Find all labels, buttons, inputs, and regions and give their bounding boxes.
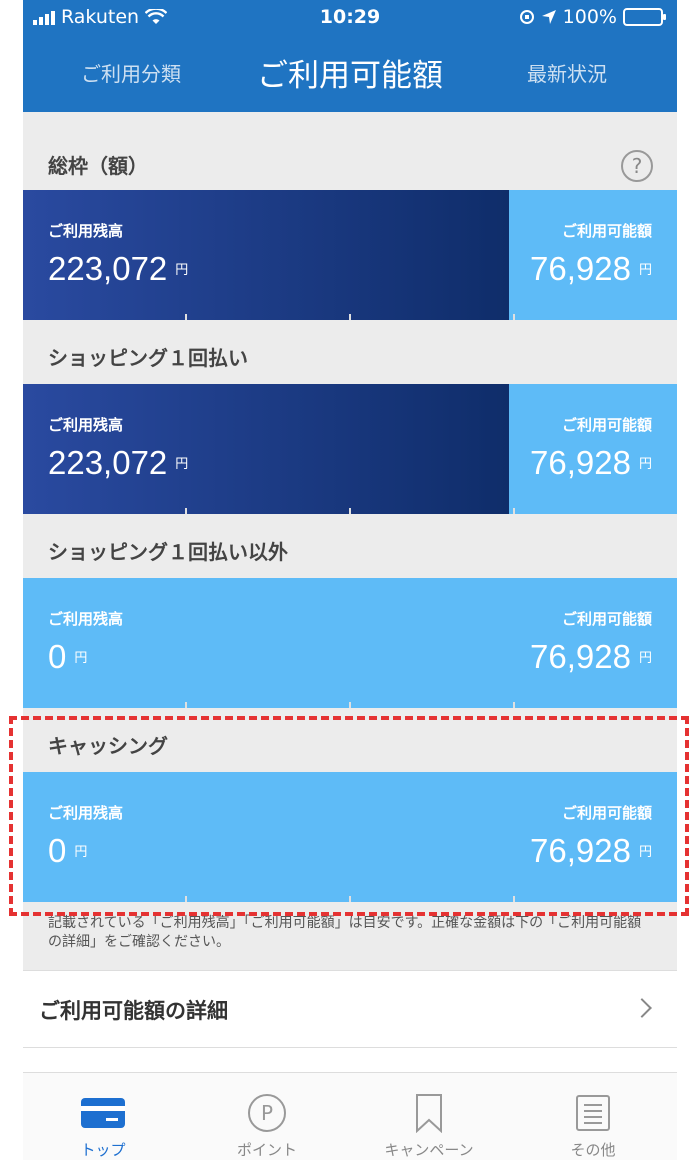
available-amount: 76,928 円 xyxy=(530,832,652,869)
scale-tick xyxy=(185,896,187,902)
tab-label: トップ xyxy=(80,1141,126,1159)
battery-percent: 100% xyxy=(562,6,617,28)
phone-screen: Rakuten 10:29 100% ご利用分類 ご利用可能額 最新状況 総枠（… xyxy=(23,0,677,1160)
available-amount: 76,928 円 xyxy=(530,638,652,675)
tab-label: その他 xyxy=(570,1141,616,1159)
used-amount: 0円 xyxy=(48,832,88,869)
battery-icon xyxy=(623,8,666,26)
tab-top[interactable]: トップ xyxy=(23,1093,183,1160)
disclaimer-note: 記載されている「ご利用残高」「ご利用可能額」は目安です。正確な金額は下の「ご利用… xyxy=(48,915,642,950)
available-label: ご利用可能額 xyxy=(561,610,652,628)
section-title-shopping-other: ショッピング１回払い以外 xyxy=(23,514,677,578)
bottom-tab-bar: トップ P ポイント キャンペーン その他 xyxy=(23,1072,677,1160)
tab-label: ポイント xyxy=(236,1141,297,1159)
used-amount: 223,072 円 xyxy=(48,444,189,481)
balance-card-shopping-other: ご利用残高 0円 ご利用可能額 76,928 円 xyxy=(23,578,677,708)
available-details-link[interactable]: ご利用可能額の詳細 xyxy=(23,970,677,1048)
used-label: ご利用残高 xyxy=(48,222,124,240)
status-right: 100% xyxy=(519,6,666,28)
section-title-text: キャッシング xyxy=(48,734,168,758)
scale-tick xyxy=(349,896,351,902)
status-bar: Rakuten 10:29 100% xyxy=(23,0,677,36)
details-label: ご利用可能額の詳細 xyxy=(39,999,228,1023)
balance-card-total: ご利用残高 223,072 円 ご利用可能額 76,928 円 xyxy=(23,190,677,320)
available-amount: 76,928 円 xyxy=(530,444,652,481)
section-title-shopping-single: ショッピング１回払い xyxy=(23,320,677,384)
chevron-right-icon xyxy=(632,998,652,1018)
header-tabs: ご利用分類 ご利用可能額 最新状況 xyxy=(23,40,677,100)
section-title-text: 総枠（額） xyxy=(48,154,148,178)
available-label: ご利用可能額 xyxy=(561,804,652,822)
section-title-cashing: キャッシング xyxy=(23,708,677,772)
bookmark-icon xyxy=(416,1094,442,1133)
main-content: 総枠（額） ? ご利用残高 223,072 円 ご利用可能額 76,928 円 ショ… xyxy=(23,112,677,1076)
used-label: ご利用残高 xyxy=(48,416,124,434)
available-label: ご利用可能額 xyxy=(561,222,652,240)
used-label: ご利用残高 xyxy=(48,610,124,628)
available-label: ご利用可能額 xyxy=(561,416,652,434)
tab-point[interactable]: P ポイント xyxy=(187,1093,347,1160)
help-icon[interactable]: ? xyxy=(621,150,653,182)
balance-card-shopping-single: ご利用残高 223,072 円 ご利用可能額 76,928 円 xyxy=(23,384,677,514)
used-amount: 223,072 円 xyxy=(48,250,189,287)
rotation-lock-icon xyxy=(519,10,534,24)
balance-card-cashing: ご利用残高 0円 ご利用可能額 76,928 円 xyxy=(23,772,677,902)
section-title-text: ショッピング１回払い以外 xyxy=(48,540,288,564)
section-title-text: ショッピング１回払い xyxy=(48,346,248,370)
used-label: ご利用残高 xyxy=(48,804,124,822)
scale-tick xyxy=(513,896,515,902)
location-icon xyxy=(541,10,556,24)
tab-label: キャンペーン xyxy=(384,1141,474,1159)
tab-latest-status[interactable]: 最新状況 xyxy=(527,58,607,87)
svg-text:P: P xyxy=(261,1101,273,1125)
used-amount: 0円 xyxy=(48,638,88,675)
card-icon xyxy=(81,1098,125,1128)
available-amount: 76,928 円 xyxy=(530,250,652,287)
tab-other[interactable]: その他 xyxy=(513,1093,673,1160)
point-icon: P xyxy=(248,1094,286,1132)
section-title-total: 総枠（額） ? xyxy=(23,112,677,190)
top-bar: Rakuten 10:29 100% ご利用分類 ご利用可能額 最新状況 xyxy=(23,0,677,112)
tab-campaign[interactable]: キャンペーン xyxy=(349,1093,509,1160)
list-icon xyxy=(576,1095,610,1131)
